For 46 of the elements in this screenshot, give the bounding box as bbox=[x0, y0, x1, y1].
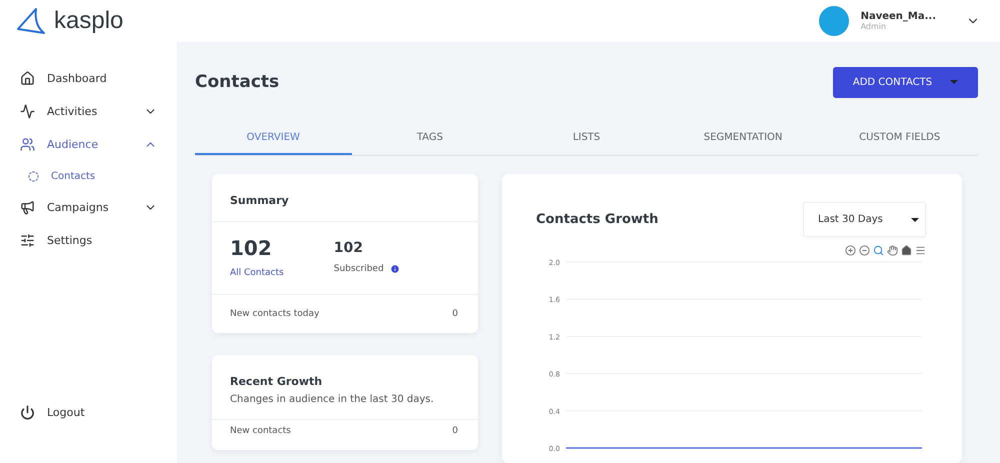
page-title: Contacts bbox=[195, 72, 280, 92]
all-contacts-link[interactable]: All Contacts bbox=[230, 268, 284, 278]
stat-value: 102 bbox=[230, 236, 273, 260]
sidebar-item[interactable]: Settings bbox=[0, 224, 177, 257]
menu-icon[interactable] bbox=[915, 245, 926, 256]
people-icon bbox=[20, 137, 35, 152]
home-icon bbox=[20, 71, 35, 86]
pulse-icon bbox=[20, 104, 35, 119]
card-title: Summary bbox=[230, 194, 290, 207]
tab[interactable]: LISTS bbox=[508, 122, 665, 155]
circle-icon bbox=[28, 170, 39, 182]
logout-button[interactable]: Logout bbox=[0, 396, 177, 429]
tab[interactable]: CUSTOM FIELDS bbox=[821, 122, 978, 155]
sidebar-subitem[interactable]: Contacts bbox=[0, 161, 177, 191]
chart-title: Contacts Growth bbox=[536, 212, 658, 227]
sidebar-item[interactable]: Activities bbox=[0, 95, 177, 128]
add-contacts-button[interactable]: ADD CONTACTS bbox=[833, 66, 978, 98]
card-title: Recent Growth bbox=[230, 375, 324, 388]
zoom-out-icon[interactable] bbox=[859, 245, 870, 256]
power-icon bbox=[20, 405, 35, 420]
user-role: Admin bbox=[860, 22, 888, 31]
sidebar-item[interactable]: Campaigns bbox=[0, 191, 177, 224]
search-icon[interactable] bbox=[873, 245, 884, 256]
info-icon[interactable] bbox=[390, 264, 400, 274]
hand-icon[interactable] bbox=[887, 245, 898, 256]
stat-value: 102 bbox=[334, 239, 364, 256]
tab[interactable]: TAGS bbox=[352, 122, 508, 155]
user-name: Naveen_Ma... bbox=[860, 11, 936, 22]
zoom-in-icon[interactable] bbox=[845, 245, 856, 256]
sidebar-item[interactable]: Audience bbox=[0, 128, 177, 161]
home-icon[interactable] bbox=[901, 245, 912, 256]
stat-label: Subscribed bbox=[334, 264, 384, 274]
row-value: 0 bbox=[452, 309, 458, 319]
megaphone-icon bbox=[20, 200, 35, 215]
brand-name: kasplo bbox=[54, 7, 124, 35]
sidebar-item[interactable]: Dashboard bbox=[0, 62, 177, 95]
row-value: 0 bbox=[452, 426, 458, 436]
sliders-icon bbox=[20, 233, 35, 248]
avatar bbox=[818, 6, 849, 36]
row-label: New contacts today bbox=[230, 309, 320, 319]
tab[interactable]: SEGMENTATION bbox=[664, 122, 822, 155]
card-subtitle: Changes in audience in the last 30 days. bbox=[230, 394, 435, 405]
row-label: New contacts bbox=[230, 426, 291, 436]
tab[interactable]: OVERVIEW bbox=[195, 122, 352, 155]
range-select[interactable]: Last 30 Days bbox=[803, 202, 926, 237]
logo-icon bbox=[16, 7, 46, 35]
